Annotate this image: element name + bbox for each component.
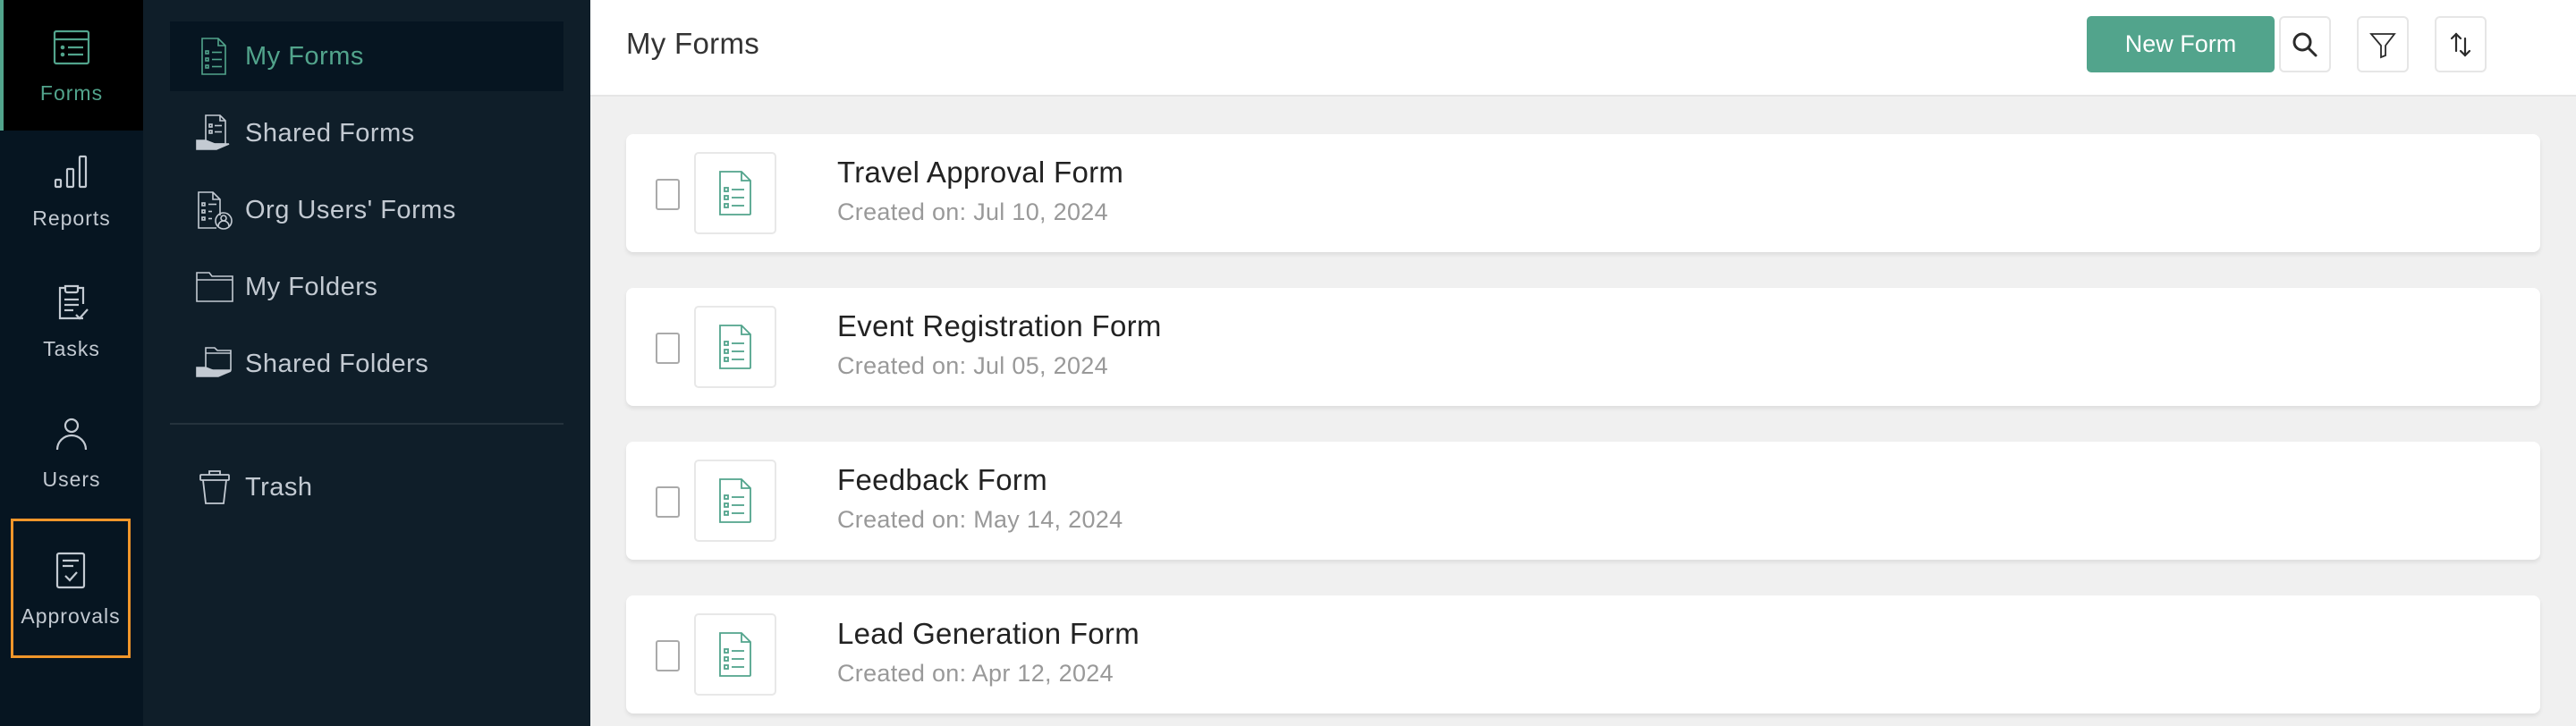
page-header: My Forms New Form: [590, 0, 2576, 97]
folder-icon: [196, 272, 233, 302]
filter-icon: [2369, 32, 2396, 58]
form-card[interactable]: Travel Approval Form Created on: Jul 10,…: [626, 134, 2540, 252]
shared-folder-icon: [196, 347, 232, 377]
form-card[interactable]: Lead Generation Form Created on: Apr 12,…: [626, 595, 2540, 713]
page-title: My Forms: [626, 27, 760, 60]
sidebar-item-label: Shared Forms: [245, 118, 415, 148]
search-button[interactable]: [2279, 16, 2331, 72]
org-user-form-icon: [198, 191, 233, 230]
trash-icon: [199, 470, 230, 504]
form-thumbnail: [694, 613, 776, 696]
search-icon: [2292, 32, 2318, 56]
form-created-date: Created on: May 14, 2024: [837, 506, 1123, 533]
rail-item-forms[interactable]: Forms: [0, 0, 143, 131]
select-checkbox[interactable]: [656, 486, 680, 518]
rail-item-reports[interactable]: Reports: [0, 125, 143, 256]
shared-form-icon: [196, 114, 230, 150]
sidebar-item-label: Trash: [245, 472, 313, 502]
sidebar-item-label: Shared Folders: [245, 349, 429, 378]
form-document-icon: [719, 632, 751, 677]
form-document-icon: [719, 171, 751, 215]
sidebar-item-shared-forms[interactable]: Shared Forms: [170, 98, 564, 168]
filter-button[interactable]: [2357, 16, 2409, 72]
approval-document-icon: [55, 552, 86, 588]
form-document-icon: [201, 38, 226, 75]
form-card[interactable]: Feedback Form Created on: May 14, 2024: [626, 442, 2540, 560]
sidebar-item-my-folders[interactable]: My Folders: [170, 252, 564, 322]
select-checkbox[interactable]: [656, 179, 680, 210]
form-title[interactable]: Feedback Form: [837, 463, 1047, 497]
forms-sidebar: My Forms Shared Forms Org Users' Forms M…: [143, 0, 590, 726]
rail-item-label: Reports: [32, 206, 111, 230]
form-title[interactable]: Lead Generation Form: [837, 617, 1140, 651]
sidebar-item-org-users-forms[interactable]: Org Users' Forms: [170, 175, 564, 245]
form-document-icon: [719, 325, 751, 369]
form-thumbnail: [694, 306, 776, 388]
icon-rail: Forms Reports Tasks Users Approvals: [0, 0, 143, 726]
rail-item-label: Tasks: [43, 336, 100, 360]
sidebar-item-label: My Folders: [245, 272, 378, 301]
form-title[interactable]: Event Registration Form: [837, 309, 1162, 343]
sidebar-item-shared-folders[interactable]: Shared Folders: [170, 329, 564, 399]
clipboard-check-icon: [58, 284, 89, 320]
form-title[interactable]: Travel Approval Form: [837, 156, 1123, 190]
form-list-icon: [53, 30, 90, 64]
app: Forms Reports Tasks Users Approvals My F…: [0, 0, 2576, 726]
sidebar-item-label: My Forms: [245, 41, 364, 71]
form-created-date: Created on: Jul 10, 2024: [837, 198, 1108, 225]
form-thumbnail: [694, 152, 776, 234]
user-icon: [55, 418, 88, 450]
select-checkbox[interactable]: [656, 640, 680, 671]
sort-icon: [2450, 31, 2471, 57]
form-created-date: Created on: Apr 12, 2024: [837, 660, 1114, 687]
new-form-button[interactable]: New Form: [2087, 16, 2275, 72]
rail-item-label: Forms: [39, 80, 104, 105]
form-created-date: Created on: Jul 05, 2024: [837, 352, 1108, 379]
rail-item-label: Approvals: [21, 604, 121, 628]
sidebar-item-label: Org Users' Forms: [245, 195, 456, 224]
sort-button[interactable]: [2435, 16, 2487, 72]
sidebar-divider: [170, 423, 564, 425]
rail-item-approvals[interactable]: Approvals: [11, 519, 131, 658]
sidebar-item-my-forms[interactable]: My Forms: [170, 21, 564, 91]
form-card[interactable]: Event Registration Form Created on: Jul …: [626, 288, 2540, 406]
sidebar-item-trash[interactable]: Trash: [170, 452, 564, 522]
rail-item-users[interactable]: Users: [0, 386, 143, 517]
rail-item-tasks[interactable]: Tasks: [0, 256, 143, 386]
select-checkbox[interactable]: [656, 333, 680, 364]
form-thumbnail: [694, 460, 776, 542]
bar-chart-icon: [54, 155, 88, 188]
form-document-icon: [719, 478, 751, 523]
rail-item-label: Users: [42, 467, 101, 491]
